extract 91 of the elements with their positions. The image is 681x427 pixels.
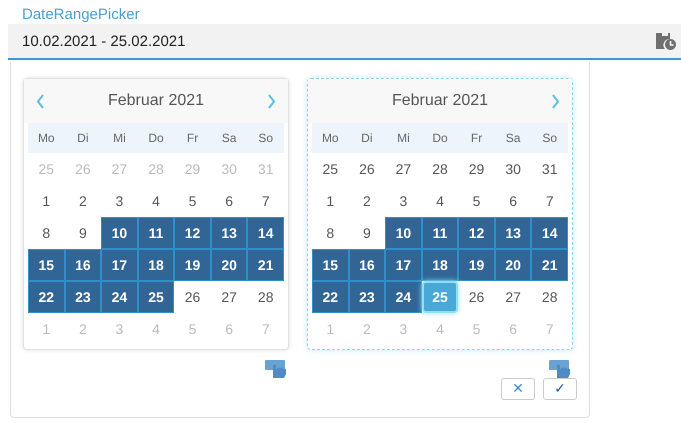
day-cell[interactable]: 22	[312, 281, 349, 313]
day-cell[interactable]: 4	[138, 185, 174, 217]
day-cell[interactable]: 1	[312, 185, 349, 217]
day-cell[interactable]: 27	[210, 281, 248, 313]
weekday-label: Fr	[186, 131, 200, 145]
day-cell[interactable]: 23	[64, 281, 102, 313]
day-cell[interactable]: 28	[531, 281, 568, 313]
day-cell[interactable]: 24	[101, 281, 138, 313]
hand-cursor-icon[interactable]	[549, 358, 571, 378]
date-range-field[interactable]: 10.02.2021 - 25.02.2021	[8, 24, 681, 60]
chevron-left-icon	[36, 94, 45, 108]
day-cell[interactable]: 21	[531, 249, 568, 281]
day-cell[interactable]: 6	[210, 185, 248, 217]
day-cell[interactable]: 19	[174, 249, 211, 281]
day-cell[interactable]: 9	[348, 217, 386, 249]
day-cell[interactable]: 11	[138, 217, 174, 249]
day-cell[interactable]: 29	[458, 153, 495, 185]
day-cell[interactable]: 27	[494, 281, 532, 313]
day-cell[interactable]: 16	[64, 249, 102, 281]
confirm-button[interactable]: ✓	[543, 378, 577, 400]
day-cell[interactable]: 4	[422, 185, 458, 217]
day-cell[interactable]: 10	[385, 217, 422, 249]
day-cell[interactable]: 22	[28, 281, 65, 313]
day-cell[interactable]: 10	[101, 217, 138, 249]
day-cell[interactable]: 5	[174, 185, 211, 217]
day-cell[interactable]: 5	[458, 185, 495, 217]
day-cell[interactable]: 25	[312, 153, 349, 185]
weekday-label: Fr	[470, 131, 484, 145]
day-cell[interactable]: 2	[64, 185, 102, 217]
day-cell[interactable]: 18	[138, 249, 174, 281]
day-cell[interactable]: 26	[174, 281, 211, 313]
previous-month-button[interactable]	[36, 94, 45, 108]
day-cell[interactable]: 9	[64, 217, 102, 249]
weekday-label: Di	[76, 131, 90, 145]
day-cell[interactable]: 8	[28, 217, 65, 249]
day-cell[interactable]: 8	[312, 217, 349, 249]
day-cell[interactable]: 3	[385, 185, 422, 217]
chevron-right-icon	[551, 94, 560, 108]
day-cell[interactable]: 27	[385, 153, 422, 185]
day-cell[interactable]: 19	[458, 249, 495, 281]
day-cell[interactable]: 20	[494, 249, 532, 281]
day-cell[interactable]: 11	[422, 217, 458, 249]
day-cell[interactable]: 20	[210, 249, 248, 281]
weekday-label: So	[541, 131, 558, 145]
weekday-label: Mi	[396, 131, 411, 145]
day-cell[interactable]: 30	[494, 153, 532, 185]
day-cell[interactable]: 7	[531, 185, 568, 217]
weekday-label: Di	[360, 131, 374, 145]
day-cell[interactable]: 6	[494, 185, 532, 217]
next-month-button[interactable]	[267, 94, 276, 108]
weekday-label: Do	[147, 131, 165, 145]
day-cell[interactable]: 3	[101, 185, 138, 217]
next-month-button[interactable]	[551, 94, 560, 108]
field-label: DateRangePicker	[21, 5, 141, 24]
day-cell[interactable]: 26	[458, 281, 495, 313]
calendar-clock-icon[interactable]	[655, 31, 677, 51]
weekday-label: Do	[431, 131, 449, 145]
day-cell[interactable]: 23	[348, 281, 386, 313]
day-cell[interactable]: 21	[247, 249, 284, 281]
day-cell[interactable]: 15	[28, 249, 65, 281]
day-cell[interactable]: 2	[348, 185, 386, 217]
day-cell[interactable]: 26	[348, 153, 386, 185]
weekday-label: Mo	[320, 131, 340, 145]
weekday-label: Mo	[36, 131, 56, 145]
day-cell[interactable]: 28	[422, 153, 458, 185]
day-cell[interactable]: 14	[247, 217, 284, 249]
day-cell[interactable]: 14	[531, 217, 568, 249]
day-cell[interactable]: 31	[531, 153, 568, 185]
day-cell[interactable]: 24	[385, 281, 422, 313]
day-cell[interactable]: 15	[312, 249, 349, 281]
day-cell[interactable]: 1	[28, 185, 65, 217]
weekday-label: Sa	[504, 131, 522, 145]
month-title[interactable]: Februar 2021	[108, 92, 204, 110]
hand-cursor-icon[interactable]	[265, 358, 287, 378]
cancel-button[interactable]: ✕	[501, 378, 535, 400]
day-cell[interactable]: 16	[348, 249, 386, 281]
chevron-right-icon	[267, 94, 276, 108]
day-cell[interactable]: 12	[174, 217, 211, 249]
month-title[interactable]: Februar 2021	[392, 92, 488, 110]
day-cell[interactable]: 18	[422, 249, 458, 281]
day-cell[interactable]: 17	[385, 249, 422, 281]
weekday-label: Mi	[112, 131, 127, 145]
day-cell[interactable]: 12	[458, 217, 495, 249]
day-cell[interactable]: 7	[247, 185, 284, 217]
day-cell[interactable]: 28	[247, 281, 284, 313]
day-cell[interactable]: 17	[101, 249, 138, 281]
weekday-label: So	[257, 131, 274, 145]
day-cell[interactable]: 13	[210, 217, 248, 249]
weekday-label: Sa	[220, 131, 238, 145]
day-cell[interactable]: 25	[138, 281, 174, 313]
day-cell[interactable]: 13	[494, 217, 532, 249]
